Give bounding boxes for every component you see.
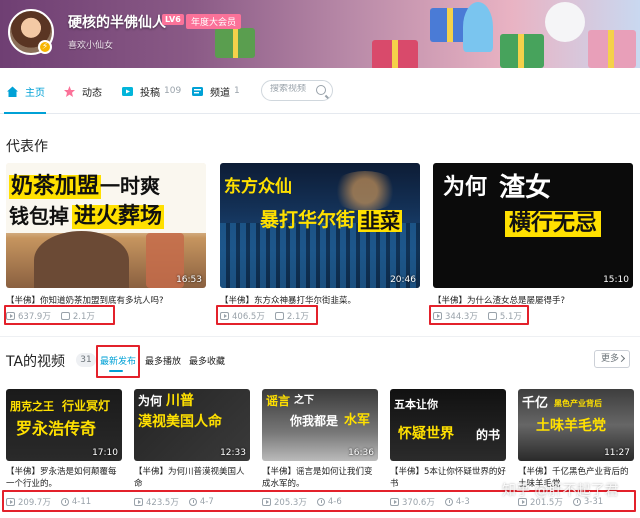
thumb-text: 漠视美国人命 [138, 414, 222, 430]
level-badge: LV6 [162, 14, 184, 25]
highlight-box [429, 305, 529, 325]
thumb-text: 川普 [166, 393, 194, 409]
thumb-text: 谣言 [266, 394, 291, 408]
thumb-text: 东方众仙 [224, 177, 292, 197]
thumb-text: 罗永浩传奇 [16, 419, 97, 438]
video-title[interactable]: 【半佛】5本让你怀疑世界的好书 [390, 466, 506, 490]
video-duration: 11:27 [604, 448, 630, 458]
submissions-count: 109 [164, 86, 182, 96]
thumb-text: 韭菜 [358, 209, 402, 233]
thumb-text: 钱包掉 [9, 204, 69, 228]
channels-icon [191, 85, 204, 98]
ta-videos-title: TA的视频 [6, 354, 66, 370]
channels-count: 1 [234, 86, 240, 96]
chevron-right-icon [617, 354, 626, 363]
thumb-text: 为何 [138, 394, 163, 408]
video-title[interactable]: 【半佛】为何川普漠视美国人命 [134, 466, 250, 490]
user-signature: 喜欢小仙女 [68, 41, 114, 51]
ta-videos-count: 31 [76, 353, 96, 367]
thumb-text: 行业冥灯 [62, 399, 111, 413]
video-title[interactable]: 【半佛】谣言是如何让我们变成水军的。 [262, 466, 378, 490]
video-duration: 15:10 [603, 275, 629, 285]
video-thumbnail[interactable]: 千亿 黑色产业背后 土味羊毛党 11:27 [518, 389, 634, 461]
thumb-text: 黑色产业背后 [554, 399, 602, 408]
video-duration: 16:36 [348, 448, 374, 458]
username: 硬核的半佛仙人 [68, 15, 166, 31]
thumb-text: 一时爽 [100, 174, 160, 198]
video-thumbnail[interactable]: 为何 渣女 横行无忌 15:10 [433, 163, 633, 288]
video-duration: 12:33 [220, 448, 246, 458]
featured-video-card[interactable]: 为何 渣女 横行无忌 15:10 【半佛】为什么渣女总是屡屡得手? 344.3万… [433, 163, 633, 322]
tab-submissions[interactable]: 投稿 109 [121, 82, 181, 100]
bunny-plush-decoration [545, 2, 585, 42]
more-videos-label: 更多 [601, 354, 620, 364]
more-videos-button[interactable]: 更多 [594, 350, 630, 368]
video-search-input[interactable] [270, 84, 318, 94]
section-divider [0, 336, 640, 337]
thumb-text: 你我都是 [290, 414, 339, 428]
anime-figure-decoration [463, 2, 493, 52]
search-icon[interactable] [316, 85, 326, 95]
video-duration: 20:46 [390, 275, 416, 285]
thumb-text: 暴打华尔街 [260, 209, 356, 231]
featured-video-card[interactable]: 东方众仙 暴打华尔街 韭菜 20:46 【半佛】东方众神暴打华尔街韭菜。 406… [220, 163, 420, 322]
thumb-text: 的书 [476, 428, 501, 442]
video-duration: 17:10 [92, 448, 118, 458]
thumb-text: 千亿 [522, 396, 549, 411]
tab-dynamic-label: 动态 [82, 87, 102, 99]
home-icon [6, 85, 19, 98]
highlight-box [4, 305, 115, 325]
tab-home-label: 主页 [25, 87, 45, 99]
tab-submissions-label: 投稿 [140, 87, 160, 99]
video-thumbnail[interactable]: 五本让你 怀疑世界 的书 [390, 389, 506, 461]
thumb-text: 渣女 [499, 173, 552, 203]
thumb-text: 横行无忌 [505, 211, 602, 237]
featured-video-card[interactable]: 奶茶加盟 一时爽 钱包掉 进火葬场 16:53 【半佛】你知道奶茶加盟到底有多坑… [6, 163, 206, 322]
watermark: 知乎 @肝不起了君 [502, 483, 619, 499]
video-search[interactable] [261, 80, 333, 101]
highlight-box [216, 305, 318, 325]
thumb-text: 土味羊毛党 [536, 418, 606, 434]
sort-most-favorited[interactable]: 最多收藏 [189, 354, 225, 367]
video-thumbnail[interactable]: 谣言 之下 你我都是 水军 16:36 [262, 389, 378, 461]
tab-channels-label: 频道 [210, 87, 230, 99]
tab-channels[interactable]: 频道 1 [191, 82, 240, 100]
thumb-text: 之下 [294, 395, 314, 406]
tab-home[interactable]: 主页 [6, 82, 45, 100]
featured-section-title: 代表作 [6, 139, 48, 155]
thumb-text: 怀疑世界 [398, 426, 454, 442]
tab-dynamic[interactable]: 动态 [63, 82, 102, 100]
thumb-text: 朋克之王 [10, 400, 54, 413]
profile-nav: 主页 动态 投稿 109 频道 1 [0, 68, 640, 114]
profile-banner [0, 0, 640, 68]
thumb-text: 五本让你 [394, 398, 438, 411]
verified-badge-icon: ⚡ [38, 40, 52, 54]
vip-badge[interactable]: 年度大会员 [186, 14, 242, 29]
sort-most-played[interactable]: 最多播放 [145, 354, 181, 367]
thumb-text: 为何 [443, 175, 488, 200]
video-thumbnail[interactable]: 奶茶加盟 一时爽 钱包掉 进火葬场 16:53 [6, 163, 206, 288]
video-thumbnail[interactable]: 为何 川普 漠视美国人命 12:33 [134, 389, 250, 461]
thumb-text: 水军 [344, 413, 371, 428]
active-tab-indicator [4, 112, 46, 114]
dynamic-icon [63, 85, 76, 98]
thumb-text: 奶茶加盟 [9, 174, 102, 199]
thumb-text: 进火葬场 [72, 204, 165, 229]
video-thumbnail[interactable]: 朋克之王 行业冥灯 罗永浩传奇 17:10 [6, 389, 122, 461]
highlight-box [96, 345, 140, 378]
video-title[interactable]: 【半佛】罗永浩是如何颠覆每一个行业的。 [6, 466, 122, 490]
video-thumbnail[interactable]: 东方众仙 暴打华尔街 韭菜 20:46 [220, 163, 420, 288]
video-duration: 16:53 [176, 275, 202, 285]
submissions-icon [121, 85, 134, 98]
